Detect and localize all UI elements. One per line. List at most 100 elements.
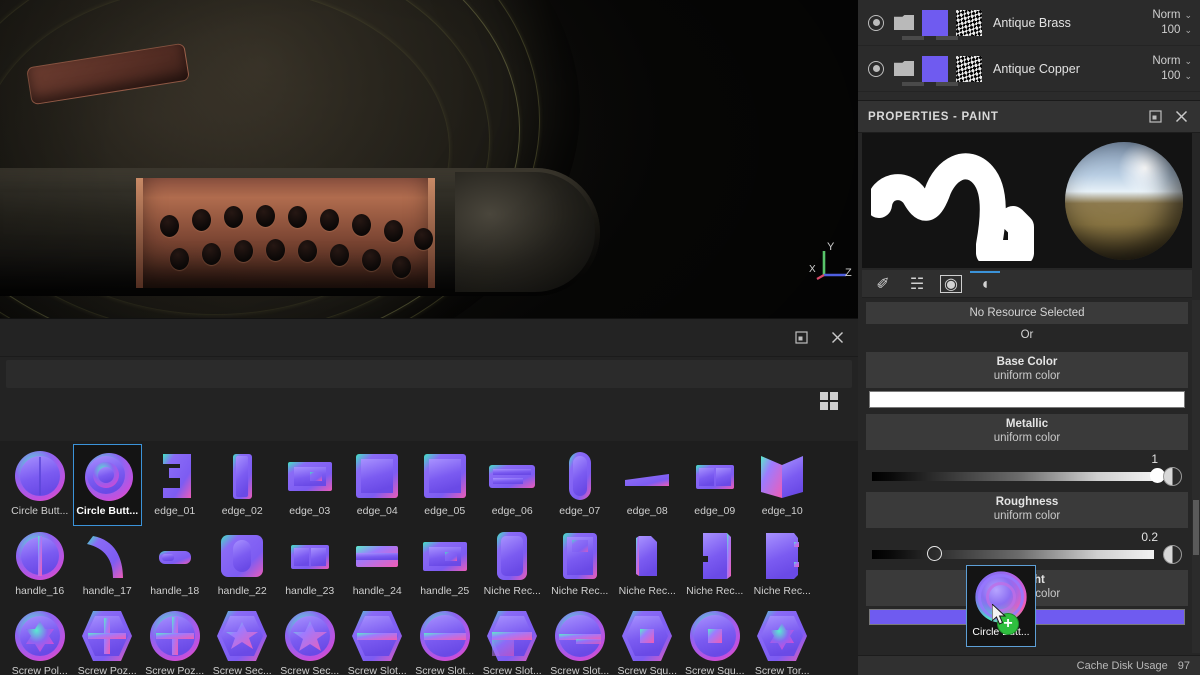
asset-item[interactable]: handle_23 xyxy=(276,525,344,605)
no-resource-bar[interactable]: No Resource Selected xyxy=(866,302,1188,324)
asset-label: handle_23 xyxy=(285,585,335,597)
channel-header[interactable]: Roughness uniform color xyxy=(866,492,1188,528)
asset-item[interactable]: Screw Squ... xyxy=(681,605,749,675)
color-swatch-field[interactable] xyxy=(869,391,1185,408)
asset-item[interactable]: handle_25 xyxy=(411,525,479,605)
tab-brush-icon[interactable]: ✐ xyxy=(868,271,898,297)
asset-item[interactable]: edge_07 xyxy=(546,445,614,525)
asset-item[interactable]: edge_02 xyxy=(209,445,277,525)
eye-toggle-icon[interactable] xyxy=(868,60,884,77)
asset-thumbnail xyxy=(754,608,810,664)
layers-panel[interactable]: Antique Brass Norm ⌄ 100 ⌄ Antique Copper Norm… xyxy=(858,0,1200,101)
asset-item[interactable]: edge_01 xyxy=(141,445,209,525)
assets-grid[interactable]: Circle Butt... Circle Butt... edge_01 edge_… xyxy=(0,441,858,675)
model-sleeve-edge xyxy=(136,178,143,288)
asset-item[interactable]: Screw Slot... xyxy=(546,605,614,675)
asset-item[interactable]: Screw Slot... xyxy=(344,605,412,675)
channel-header[interactable]: Base Color uniform color xyxy=(866,352,1188,388)
layer-row[interactable]: Antique Copper Norm ⌄ 100 ⌄ xyxy=(858,46,1200,92)
asset-item[interactable]: Circle Butt... xyxy=(6,445,74,525)
slider-reset-icon[interactable] xyxy=(1163,545,1182,564)
asset-item[interactable]: Niche Rec... xyxy=(546,525,614,605)
asset-item[interactable]: Screw Sec... xyxy=(209,605,277,675)
asset-thumbnail xyxy=(552,608,608,664)
channel-slider[interactable]: 1 xyxy=(866,452,1188,486)
blend-mode-dropdown[interactable]: Norm ⌄ xyxy=(1152,55,1192,67)
asset-item[interactable]: Screw Poz... xyxy=(141,605,209,675)
grid-view-icon[interactable] xyxy=(820,392,838,410)
asset-label: handle_25 xyxy=(420,585,470,597)
asset-label: handle_22 xyxy=(217,585,267,597)
properties-tab-row[interactable]: ✐ ☵ ◉ ◖ xyxy=(862,270,1192,298)
axis-gizmo[interactable]: Y Z X xyxy=(806,241,854,291)
model-hole xyxy=(160,215,179,237)
channel-slider[interactable]: 0.2 xyxy=(866,530,1188,564)
asset-item[interactable]: Screw Poz... xyxy=(74,605,142,675)
tab-material-icon[interactable]: ◖ xyxy=(970,270,1000,297)
layer-thumbnail[interactable] xyxy=(922,9,948,36)
close-icon[interactable] xyxy=(1168,105,1194,129)
asset-item[interactable]: edge_08 xyxy=(614,445,682,525)
tab-grid-icon[interactable]: ☵ xyxy=(902,271,932,297)
layer-name: Antique Copper xyxy=(993,61,1080,76)
asset-thumbnail xyxy=(619,528,675,584)
assets-search-input[interactable] xyxy=(6,360,852,388)
asset-item[interactable]: handle_17 xyxy=(74,525,142,605)
asset-item[interactable]: Screw Sec... xyxy=(276,605,344,675)
asset-label: edge_06 xyxy=(491,505,533,517)
layer-mask-thumbnail[interactable] xyxy=(956,55,982,82)
asset-label: Screw Sec... xyxy=(280,665,340,675)
asset-item[interactable]: handle_16 xyxy=(6,525,74,605)
asset-label: Circle Butt... xyxy=(76,505,139,517)
layer-mask-thumbnail[interactable] xyxy=(956,9,982,36)
blend-mode-dropdown[interactable]: Norm ⌄ xyxy=(1152,9,1192,21)
slider-reset-icon[interactable] xyxy=(1163,467,1182,486)
properties-scrollbar[interactable] xyxy=(1192,300,1200,653)
asset-item[interactable]: edge_10 xyxy=(749,445,817,525)
substance-painter-window: Y Z X Circle Butt... Circle Butt... edge… xyxy=(0,0,1200,675)
asset-thumbnail xyxy=(754,448,810,504)
asset-item[interactable]: Niche Rec... xyxy=(681,525,749,605)
folder-icon[interactable] xyxy=(894,61,914,76)
3d-viewport[interactable]: Y Z X xyxy=(0,0,858,318)
asset-item[interactable]: Niche Rec... xyxy=(749,525,817,605)
asset-item[interactable]: edge_06 xyxy=(479,445,547,525)
asset-thumbnail xyxy=(79,608,135,664)
eye-toggle-icon[interactable] xyxy=(868,14,884,31)
asset-item[interactable]: Screw Pol... xyxy=(6,605,74,675)
asset-item[interactable]: handle_18 xyxy=(141,525,209,605)
asset-item[interactable]: handle_24 xyxy=(344,525,412,605)
tab-stencil-icon[interactable]: ◉ xyxy=(936,271,966,297)
asset-item[interactable]: Niche Rec... xyxy=(614,525,682,605)
asset-item[interactable]: Screw Squ... xyxy=(614,605,682,675)
asset-item[interactable]: edge_04 xyxy=(344,445,412,525)
layer-thumbnail[interactable] xyxy=(922,55,948,82)
close-icon[interactable] xyxy=(824,326,850,350)
layer-row[interactable]: Antique Brass Norm ⌄ 100 ⌄ xyxy=(858,0,1200,46)
asset-item[interactable]: Screw Slot... xyxy=(479,605,547,675)
slider-track[interactable] xyxy=(872,550,1154,559)
undock-icon[interactable] xyxy=(788,326,814,350)
asset-item[interactable]: Screw Tor... xyxy=(749,605,817,675)
scrollbar-thumb[interactable] xyxy=(1193,500,1199,555)
slider-track[interactable] xyxy=(872,472,1154,481)
asset-item[interactable]: Screw Slot... xyxy=(411,605,479,675)
asset-item[interactable]: handle_22 xyxy=(209,525,277,605)
asset-item[interactable]: edge_09 xyxy=(681,445,749,525)
slider-knob[interactable] xyxy=(926,546,942,561)
asset-item[interactable]: Niche Rec... xyxy=(479,525,547,605)
folder-icon[interactable] xyxy=(894,15,914,30)
asset-label: edge_09 xyxy=(694,505,736,517)
model-hole xyxy=(320,209,339,231)
asset-thumbnail xyxy=(552,448,608,504)
undock-icon[interactable] xyxy=(1142,105,1168,129)
asset-item[interactable]: edge_03 xyxy=(276,445,344,525)
model-hole xyxy=(298,240,317,262)
channel-header[interactable]: Metallic uniform color xyxy=(866,414,1188,450)
asset-thumbnail xyxy=(754,528,810,584)
opacity-dropdown[interactable]: 100 ⌄ xyxy=(1161,70,1192,82)
asset-item[interactable]: Circle Butt... xyxy=(72,444,142,526)
asset-label: handle_24 xyxy=(352,585,402,597)
asset-item[interactable]: edge_05 xyxy=(411,445,479,525)
opacity-dropdown[interactable]: 100 ⌄ xyxy=(1161,24,1192,36)
